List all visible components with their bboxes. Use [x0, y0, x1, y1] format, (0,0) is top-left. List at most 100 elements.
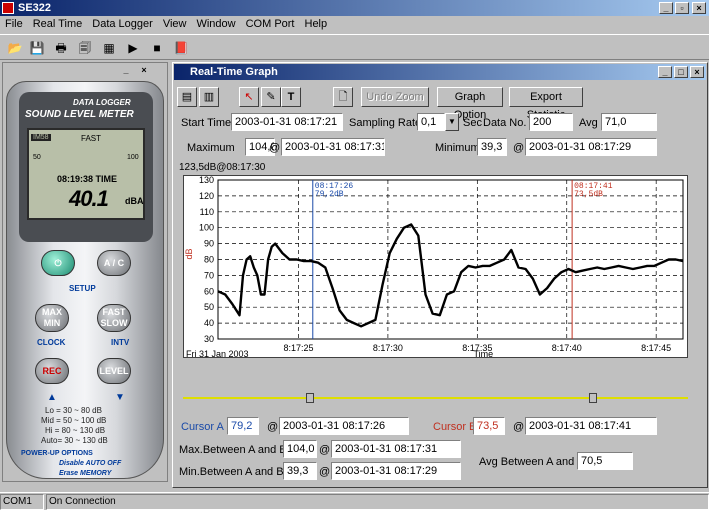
min-between-value-field[interactable]: 39,3	[283, 462, 317, 480]
cursor-a-thumb[interactable]	[306, 393, 314, 403]
minimize-button[interactable]: _	[659, 2, 673, 14]
sampling-rate-dropdown-icon[interactable]: ▼	[445, 113, 459, 131]
lcd-unit: dBA	[125, 196, 144, 206]
cursor-a-at-label: @	[267, 421, 279, 433]
cursor-slider[interactable]	[183, 393, 688, 403]
cursor-b-value-field[interactable]: 73,5	[473, 417, 505, 435]
y-tick-label: 100	[199, 223, 214, 233]
y-tick-label: 70	[204, 270, 214, 280]
lcd-fast: FAST	[81, 134, 102, 143]
cursor-b-time-field[interactable]: 2003-01-31 08:17:41	[525, 417, 657, 435]
save-icon[interactable]: 💾	[28, 39, 46, 57]
graph-maximize-button[interactable]: □	[674, 66, 688, 78]
ac-button[interactable]: A / C	[97, 250, 131, 276]
real-time-graph-window: Real-Time Graph _ □ × ▤ ▥ ↖ ✎ T 🗋 Undo Z…	[172, 62, 708, 488]
max-between-time-field[interactable]: 2003-01-31 08:17:31	[331, 440, 461, 458]
print-icon[interactable]: 🖶	[52, 39, 70, 57]
menu-com-port[interactable]: COM Port	[241, 16, 300, 30]
y-tick-label: 120	[199, 191, 214, 201]
x-axis-label: Time	[473, 349, 493, 359]
level-button[interactable]: LEVEL	[97, 358, 131, 384]
graph-minimize-button[interactable]: _	[658, 66, 672, 78]
menu-file[interactable]: File	[0, 16, 28, 30]
up-arrow-icon[interactable]: ▲	[47, 392, 57, 403]
restore-button[interactable]: ▫	[675, 2, 689, 14]
avg-field[interactable]: 71,0	[601, 113, 657, 131]
start-time-label: Start Time	[181, 117, 232, 129]
meter-minimize-button[interactable]: _	[119, 65, 133, 77]
new-page-icon[interactable]: 🗋	[333, 87, 353, 107]
setup-icon[interactable]: ▦	[100, 39, 118, 57]
y-tick-label: 130	[199, 176, 214, 185]
sound-level-chart[interactable]: 30 40 50 60 70 80 90 100 110 120 130 8:17:25 8:17:30…	[184, 175, 689, 359]
minimum-time-field[interactable]: 2003-01-31 08:17:29	[525, 138, 657, 156]
menu-data-logger[interactable]: Data Logger	[87, 16, 158, 30]
cursor-a-label: Cursor A	[181, 421, 224, 433]
open-folder-icon[interactable]: 📂	[6, 39, 24, 57]
down-arrow-icon[interactable]: ▼	[115, 392, 125, 403]
text-tool-icon[interactable]: T	[281, 87, 301, 107]
graph-window-title-bar: Real-Time Graph _ □ ×	[174, 64, 706, 80]
undo-zoom-button[interactable]: Undo Zoom	[361, 87, 429, 107]
status-com-port: COM1	[0, 494, 44, 510]
stop-icon[interactable]: ■	[148, 39, 166, 57]
lcd-value: 40.1	[69, 186, 109, 211]
menu-bar: File Real Time Data Logger View Window COM Po…	[0, 16, 709, 34]
rec-button[interactable]: REC	[35, 358, 69, 384]
meter-head: DATA LOGGER SOUND LEVEL METER IM58 FAST …	[19, 92, 153, 242]
app-icon	[2, 2, 14, 14]
data-no-label: Data No.	[483, 117, 527, 129]
menu-real-time[interactable]: Real Time	[28, 16, 88, 30]
y-tick-label: 30	[204, 334, 214, 344]
lcd-badge: IM58	[31, 134, 51, 141]
sound-level-meter: DATA LOGGER SOUND LEVEL METER IM58 FAST …	[6, 81, 164, 479]
lcd-time: 08:19:38 TIME	[57, 174, 118, 184]
power-button[interactable]: ⏻	[41, 250, 75, 276]
pen-icon[interactable]: ✎	[261, 87, 281, 107]
cursor-a-value-field[interactable]: 79,2	[227, 417, 259, 435]
minimum-label: Minimum	[435, 142, 480, 154]
help-book-icon[interactable]: 📕	[172, 39, 190, 57]
x-tick-label: 8:17:45	[641, 343, 671, 353]
date-label: Fri 31 Jan 2003	[186, 349, 249, 359]
meter-brand-line1: DATA LOGGER	[73, 98, 131, 107]
sampling-rate-field[interactable]: 0,1	[417, 113, 445, 131]
export-statistic-button[interactable]: Export Statistic	[509, 87, 583, 121]
min-between-time-field[interactable]: 2003-01-31 08:17:29	[331, 462, 461, 480]
start-time-field[interactable]: 2003-01-31 08:17:21	[231, 113, 343, 131]
range-lo: Lo = 30 ~ 80 dB	[45, 406, 102, 415]
data-no-field[interactable]: 200	[529, 113, 573, 131]
maximum-at-label: @	[269, 142, 281, 154]
meter-close-button[interactable]: ×	[137, 65, 151, 77]
cursor-a-time-field[interactable]: 2003-01-31 08:17:26	[279, 417, 409, 435]
pointer-icon[interactable]: ↖	[239, 87, 259, 107]
x-tick-label: 8:17:40	[552, 343, 582, 353]
graph-option-button[interactable]: Graph Option	[437, 87, 503, 121]
max-between-value-field[interactable]: 104,0	[283, 440, 317, 458]
print-preview-icon[interactable]: 🗐	[76, 39, 94, 57]
view-mode-2-icon[interactable]: ▥	[199, 87, 219, 107]
minimum-field[interactable]: 39,3	[477, 138, 507, 156]
menu-help[interactable]: Help	[300, 16, 333, 30]
sampling-rate-label: Sampling Rate	[349, 117, 422, 129]
meter-panel: _ × DATA LOGGER SOUND LEVEL METER IM58 F…	[2, 62, 168, 482]
close-button[interactable]: ×	[692, 2, 706, 14]
cursor-slider-track	[183, 397, 688, 399]
maximum-time-field[interactable]: 2003-01-31 08:17:31	[281, 138, 385, 156]
graph-area[interactable]: 30 40 50 60 70 80 90 100 110 120 130 8:17:25 8:17:30…	[183, 175, 689, 359]
x-tick-label: 8:17:30	[373, 343, 403, 353]
y-tick-label: 110	[200, 207, 214, 217]
menu-window[interactable]: Window	[191, 16, 240, 30]
play-icon[interactable]: ▶	[124, 39, 142, 57]
lcd-50: 50	[33, 154, 41, 161]
view-mode-1-icon[interactable]: ▤	[177, 87, 197, 107]
fastslow-button[interactable]: FAST SLOW	[97, 304, 131, 332]
maxmin-button[interactable]: MAX MIN	[35, 304, 69, 332]
menu-view[interactable]: View	[158, 16, 192, 30]
graph-close-button[interactable]: ×	[690, 66, 704, 78]
intv-label: INTV	[111, 338, 130, 347]
powerup-option-1: Disable AUTO OFF	[59, 460, 122, 467]
peak-label: 123,5dB@08:17:30	[179, 162, 266, 173]
avg-between-value-field[interactable]: 70,5	[577, 452, 633, 470]
cursor-b-thumb[interactable]	[589, 393, 597, 403]
